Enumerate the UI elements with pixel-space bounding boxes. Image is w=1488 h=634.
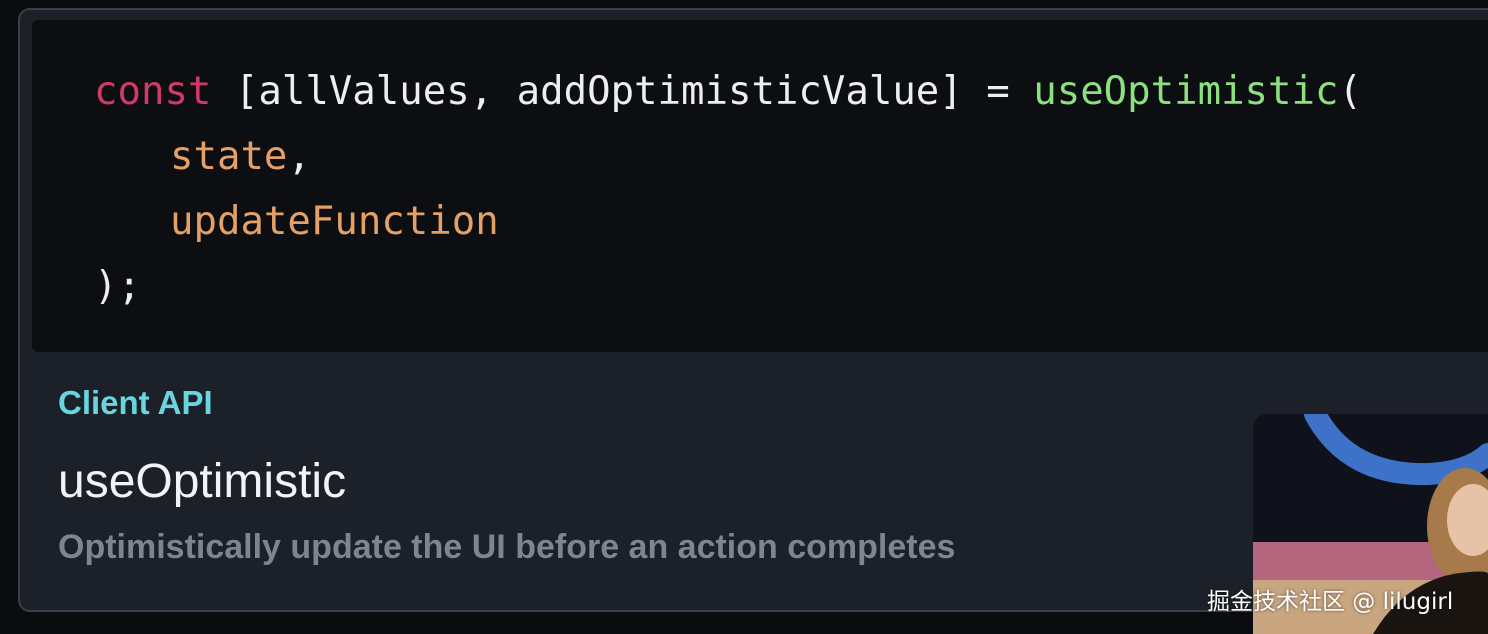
code-arg-update-function: updateFunction	[170, 199, 499, 244]
code-keyword: const	[94, 69, 212, 114]
watermark-text: 掘金技术社区 @ lilugirl	[1207, 589, 1454, 615]
api-title: useOptimistic	[58, 455, 347, 508]
code-line-2: state,	[170, 133, 311, 181]
code-comma: ,	[287, 134, 311, 179]
code-destructure: [allValues, addOptimisticValue]	[234, 69, 963, 114]
code-close: );	[94, 264, 141, 309]
code-line-3: updateFunction	[170, 198, 499, 246]
code-block: const [allValues, addOptimisticValue] = …	[32, 20, 1488, 352]
code-line-1: const [allValues, addOptimisticValue] = …	[94, 68, 1362, 116]
code-arg-state: state	[170, 134, 288, 179]
code-line-4: );	[94, 263, 141, 311]
code-open-paren: (	[1338, 69, 1362, 114]
api-description: Optimistically update the UI before an a…	[58, 528, 956, 566]
code-equals: =	[986, 69, 1010, 114]
api-category: Client API	[58, 384, 213, 421]
code-function-name: useOptimistic	[1033, 69, 1339, 114]
